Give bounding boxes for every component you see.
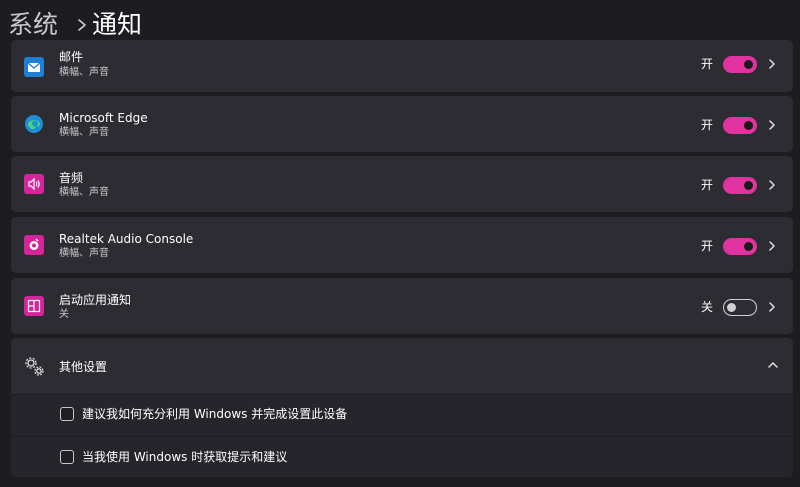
other-settings-header[interactable]: 其他设置 bbox=[11, 338, 793, 394]
app-row-audio[interactable]: 音频 横幅、声音 开 bbox=[11, 156, 793, 212]
notification-toggle[interactable] bbox=[723, 56, 757, 73]
checkbox-setup-suggestions[interactable] bbox=[60, 407, 74, 421]
app-row-startup[interactable]: 启动应用通知 关 关 bbox=[11, 278, 793, 334]
checkbox-label[interactable]: 当我使用 Windows 时获取提示和建议 bbox=[82, 449, 287, 465]
toggle-state-label: 开 bbox=[701, 178, 714, 192]
toggle-knob bbox=[744, 242, 753, 251]
app-detail: 关 bbox=[59, 309, 69, 320]
gears-icon bbox=[25, 357, 44, 376]
app-name: 启动应用通知 bbox=[59, 293, 132, 307]
notification-toggle[interactable] bbox=[723, 177, 757, 194]
toggle-knob bbox=[744, 60, 753, 69]
checkbox-tips[interactable] bbox=[60, 450, 74, 464]
app-detail: 横幅、声音 bbox=[59, 67, 109, 78]
toggle-state-label: 开 bbox=[701, 239, 714, 253]
breadcrumb-parent[interactable]: 系统 bbox=[8, 7, 58, 43]
notification-toggle[interactable] bbox=[723, 117, 757, 134]
edge-icon bbox=[24, 114, 44, 134]
realtek-icon bbox=[24, 235, 44, 255]
chevron-right-icon[interactable] bbox=[767, 300, 777, 314]
section-title: 其他设置 bbox=[59, 360, 108, 374]
app-name: Microsoft Edge bbox=[59, 111, 148, 125]
toggle-state-label: 关 bbox=[701, 300, 714, 314]
other-settings-section: 其他设置 建议我如何充分利用 Windows 并完成设置此设备 当我使用 Win… bbox=[11, 338, 793, 477]
app-detail: 横幅、声音 bbox=[59, 248, 109, 259]
speaker-icon bbox=[24, 174, 44, 194]
mail-icon bbox=[24, 57, 44, 77]
app-detail: 横幅、声音 bbox=[59, 187, 109, 198]
toggle-knob bbox=[727, 303, 736, 312]
notification-toggle[interactable] bbox=[723, 299, 757, 316]
chevron-right-icon[interactable] bbox=[767, 57, 777, 71]
chevron-up-icon[interactable] bbox=[766, 360, 780, 370]
toggle-state-label: 开 bbox=[701, 57, 714, 71]
app-detail: 横幅、声音 bbox=[59, 127, 109, 138]
chevron-right-icon[interactable] bbox=[767, 118, 777, 132]
app-row-mail[interactable]: 邮件 横幅、声音 开 bbox=[11, 40, 793, 92]
toggle-state-label: 开 bbox=[701, 118, 714, 132]
app-row-edge[interactable]: Microsoft Edge 横幅、声音 开 bbox=[11, 96, 793, 152]
toggle-knob bbox=[744, 121, 753, 130]
startup-apps-icon bbox=[24, 296, 44, 316]
page-title: 通知 bbox=[92, 10, 143, 39]
app-name: 音频 bbox=[59, 171, 84, 185]
app-row-realtek[interactable]: Realtek Audio Console 横幅、声音 开 bbox=[11, 217, 793, 273]
chevron-right-icon[interactable] bbox=[767, 178, 777, 192]
toggle-knob bbox=[744, 181, 753, 190]
notification-toggle[interactable] bbox=[723, 238, 757, 255]
divider bbox=[11, 394, 793, 395]
divider bbox=[11, 436, 793, 437]
app-name: Realtek Audio Console bbox=[59, 232, 194, 246]
checkbox-label[interactable]: 建议我如何充分利用 Windows 并完成设置此设备 bbox=[82, 406, 347, 422]
chevron-right-icon[interactable] bbox=[767, 239, 777, 253]
app-name: 邮件 bbox=[59, 50, 84, 64]
